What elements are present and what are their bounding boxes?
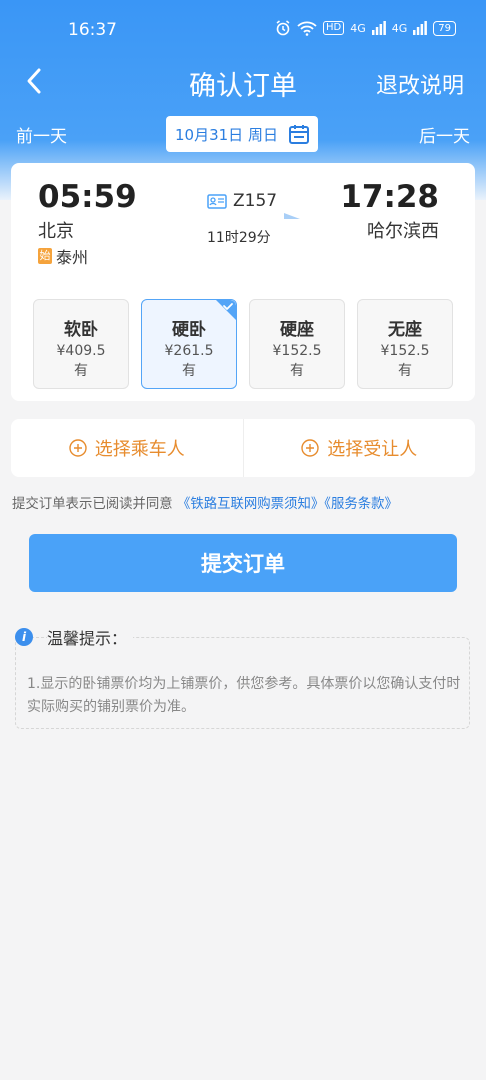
trip-duration: 11时29分 [207,230,271,246]
tips-header: i 温馨提示： [15,625,134,649]
seat-availability: 有 [290,363,304,379]
tips-title: 温馨提示： [47,625,134,649]
seat-option-hard-sleeper[interactable]: 硬卧 ¥261.5 有 [141,299,237,389]
seat-price: ¥261.5 [164,343,214,359]
seat-option-no-seat[interactable]: 无座 ¥152.5 有 [357,299,453,389]
departure-station: 北京 [38,221,74,242]
next-day-button[interactable]: 后一天 [419,122,470,147]
battery-icon: 79 [433,20,456,36]
signal-bars-icon [413,21,428,35]
choose-beneficiary-button[interactable]: 选择受让人 [244,419,476,477]
selected-check-icon [216,300,236,320]
seat-name: 硬座 [280,320,314,340]
choose-passenger-button[interactable]: 选择乘车人 [11,419,243,477]
date-picker[interactable]: 10月31日 周日 [166,116,318,152]
signal-1: 4G [350,21,366,35]
add-circle-icon [301,439,319,457]
seat-availability: 有 [398,363,412,379]
date-bar: 前一天 10月31日 周日 后一天 [0,116,486,152]
train-number-link[interactable]: Z157 [207,191,277,211]
origin-badge: 始 [38,248,52,264]
add-circle-icon [69,439,87,457]
passenger-actions: 选择乘车人 选择受让人 [11,419,475,477]
info-icon: i [15,628,33,646]
alarm-icon [276,20,290,36]
route-arrow-icon [176,213,300,219]
id-card-icon [207,193,227,209]
departure-time: 05:59 [38,179,137,215]
seat-name: 软卧 [64,320,98,340]
selected-date: 10月31日 周日 [175,125,278,144]
tips-text: 1.显示的卧铺票价均为上铺票价，供您参考。具体票价以您确认支付时实际购买的铺别票… [27,676,461,715]
calendar-icon [289,125,309,144]
choose-beneficiary-label: 选择受让人 [327,439,418,460]
seat-price: ¥409.5 [56,343,106,359]
prev-day-button[interactable]: 前一天 [16,122,67,147]
seat-price: ¥152.5 [272,343,322,359]
seat-availability: 有 [182,363,196,379]
choose-passenger-label: 选择乘车人 [94,439,185,460]
hd-badge: HD [322,21,345,35]
origin-info: 始 泰州 [38,244,88,268]
status-time: 16:37 [68,20,117,40]
submit-order-button[interactable]: 提交订单 [29,534,457,592]
ticket-notice-link[interactable]: 《铁路互联网购票须知》 [177,497,324,512]
arrival-station: 哈尔滨西 [367,221,439,242]
agreement-text: 提交订单表示已阅读并同意 《铁路互联网购票须知》《服务条款》 [12,492,482,512]
service-terms-link[interactable]: 《服务条款》 [324,497,398,512]
train-number: Z157 [233,191,278,211]
seat-options: 软卧 ¥409.5 有 硬卧 ¥261.5 有 硬座 ¥152.5 有 无座 ¥… [33,299,453,389]
arrival-time: 17:28 [340,179,439,215]
seat-option-hard-seat[interactable]: 硬座 ¥152.5 有 [249,299,345,389]
seat-option-soft-sleeper[interactable]: 软卧 ¥409.5 有 [33,299,129,389]
status-bar: 16:37 HD 4G 4G 79 [0,0,486,60]
signal-2: 4G [391,21,408,35]
train-info-card: 05:59 北京 始 泰州 Z157 11时29分 17:28 哈尔滨西 软卧 … [11,163,475,401]
seat-availability: 有 [74,363,88,379]
wifi-icon [297,21,317,36]
refund-policy-link[interactable]: 退改说明 [376,68,464,100]
agreement-prefix: 提交订单表示已阅读并同意 [12,497,177,512]
status-icons: HD 4G 4G 79 [275,20,456,36]
navigation-bar: 确认订单 退改说明 [0,62,486,102]
origin-station: 泰州 [56,248,89,267]
seat-price: ¥152.5 [380,343,430,359]
signal-bars-icon [371,21,386,35]
seat-name: 无座 [388,320,422,340]
